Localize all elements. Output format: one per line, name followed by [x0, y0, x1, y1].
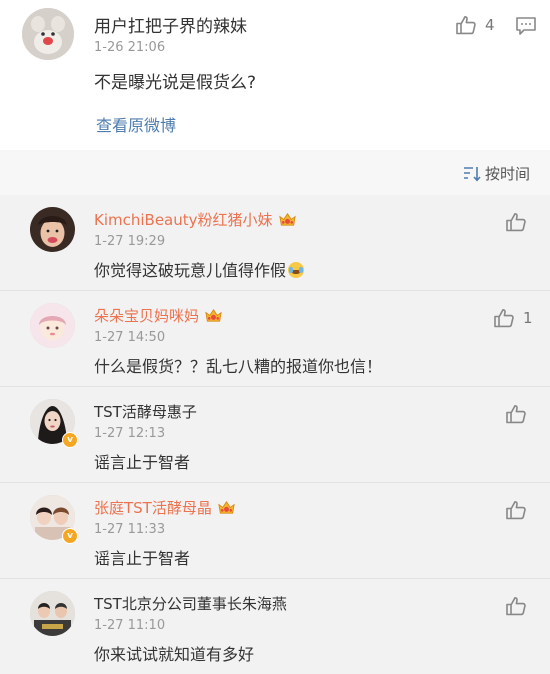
list-item: v 张庭TST活酵母晶 1-27 11:33 谣言止于智者: [0, 482, 550, 578]
like-count: 1: [523, 309, 533, 327]
avatar[interactable]: [30, 591, 75, 636]
list-item: v TST活酵母惠子 1-27 12:13 谣言止于智者: [0, 386, 550, 482]
comment-text: 你来试试就知道有多好: [94, 645, 255, 664]
thumbs-up-icon: [505, 211, 527, 233]
like-button[interactable]: [505, 499, 527, 521]
verified-v-icon: v: [62, 528, 78, 544]
comment-text: 谣言止于智者: [94, 453, 191, 472]
thumbs-up-icon: [505, 595, 527, 617]
username[interactable]: 用户扛把子界的辣妹: [94, 12, 247, 37]
list-item: TST北京分公司董事长朱海燕 1-27 11:10 你来试试就知道有多好: [0, 578, 550, 674]
like-button[interactable]: 1: [493, 307, 533, 329]
timestamp: 1-27 19:29: [94, 234, 166, 249]
crown-vip-icon: [278, 211, 297, 228]
list-item: KimchiBeauty粉红猪小妹 1-27 19:29 你觉得这破玩意儿值得作…: [0, 195, 550, 290]
like-button[interactable]: 4: [455, 14, 495, 36]
like-count: 4: [485, 16, 495, 34]
sort-label: 按时间: [484, 165, 530, 183]
thumbs-up-icon: [505, 403, 527, 425]
username[interactable]: KimchiBeauty粉红猪小妹: [94, 209, 273, 230]
list-item: 朵朵宝贝妈咪妈 1-27 14:50 什么是假货？？乱七八糟的报道你也信！ 1: [0, 290, 550, 386]
comment-icon: [516, 17, 536, 35]
timestamp: 1-27 12:13: [94, 426, 166, 441]
sort-bar: 按时间: [0, 150, 550, 195]
like-button[interactable]: [505, 595, 527, 617]
avatar[interactable]: [22, 8, 74, 60]
username[interactable]: 张庭TST活酵母晶: [94, 497, 212, 518]
original-comment: 用户扛把子界的辣妹 1-26 21:06 不是曝光说是假货么? 查看原微博 4: [0, 0, 550, 150]
crown-vip-icon: [217, 499, 236, 516]
laughing-tears-emoji-icon: [288, 262, 305, 278]
comment-text: 什么是假货？？乱七八糟的报道你也信！: [94, 357, 383, 376]
timestamp: 1-27 14:50: [94, 330, 166, 345]
username[interactable]: 朵朵宝贝妈咪妈: [94, 305, 199, 326]
timestamp: 1-27 11:33: [94, 522, 166, 537]
timestamp: 1-27 11:10: [94, 618, 166, 633]
thumbs-up-icon: [493, 307, 515, 329]
avatar[interactable]: [30, 207, 75, 252]
view-original-link[interactable]: 查看原微博: [96, 112, 176, 136]
username[interactable]: TST北京分公司董事长朱海燕: [94, 593, 287, 614]
comment-text: 谣言止于智者: [94, 549, 191, 568]
comment-text: 你觉得这破玩意儿值得作假: [94, 257, 305, 281]
username[interactable]: TST活酵母惠子: [94, 401, 197, 422]
like-button[interactable]: [505, 211, 527, 233]
thumbs-up-icon: [505, 499, 527, 521]
reply-list: KimchiBeauty粉红猪小妹 1-27 19:29 你觉得这破玩意儿值得作…: [0, 195, 550, 674]
crown-vip-icon: [204, 307, 223, 324]
timestamp: 1-26 21:06: [94, 40, 166, 55]
comment-button[interactable]: [515, 16, 537, 40]
sort-by-time-button[interactable]: 按时间: [463, 163, 530, 184]
verified-v-icon: v: [62, 432, 78, 448]
avatar[interactable]: [30, 303, 75, 348]
sort-icon: [463, 166, 481, 181]
thumbs-up-icon: [455, 14, 477, 36]
comment-text: 不是曝光说是假货么?: [94, 73, 257, 93]
like-button[interactable]: [505, 403, 527, 425]
